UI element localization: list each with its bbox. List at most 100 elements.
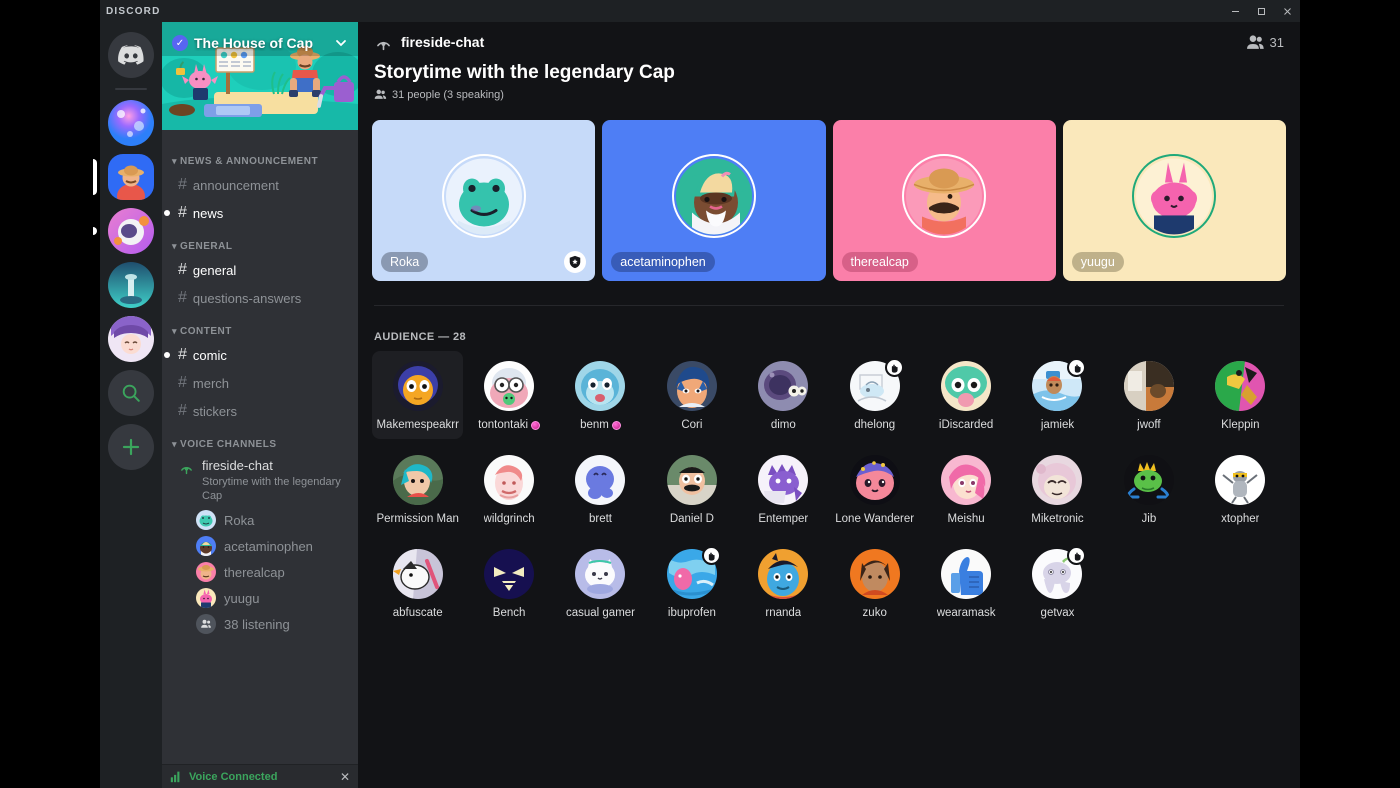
channel-label: general [192,262,237,278]
audience-member-zuko[interactable]: zuko [829,539,920,627]
nitro-badge-icon [611,420,621,430]
audience-member-casual-gamer[interactable]: casual gamer [555,539,646,627]
voice-member-therealcap[interactable]: therealcap [188,559,350,585]
voice-connected-bar: Voice Connected ✕ [162,764,358,788]
unread-dot [164,210,170,216]
audience-member-getvax[interactable]: getvax [1012,539,1103,627]
audience-member-permission-man[interactable]: Permission Man [372,445,463,533]
audience-member-kleppin[interactable]: Kleppin [1195,351,1286,439]
category-label: VOICE CHANNELS [180,439,277,450]
audience-member-meishu[interactable]: Meishu [920,445,1011,533]
speaker-card-acetaminophen[interactable]: acetaminophen [602,120,826,281]
audience-member-cori[interactable]: Cori [646,351,737,439]
avatar [758,549,809,599]
channel-merch[interactable]: # merch [170,369,350,397]
server-banner[interactable]: ✓ The House of Cap [162,22,358,130]
minimize-button[interactable] [1222,0,1248,22]
category-news-announcement[interactable]: ▾ NEWS & ANNOUNCEMENT [162,142,358,171]
hash-icon: # [178,204,187,221]
channel-label: stickers [192,403,237,419]
chevron-down-icon: ▾ [172,156,178,166]
voice-member-name: Roka [224,512,255,528]
disconnect-button[interactable]: ✕ [340,770,350,784]
speaker-card-roka[interactable]: Roka [372,120,596,281]
channel-comic[interactable]: # comic [164,341,350,369]
channel-stickers[interactable]: # stickers [170,397,350,425]
audience-member-makemespeakrr[interactable]: Makemespeakrr [372,351,464,439]
audience-member-jib[interactable]: Jib [1103,445,1194,533]
server-icon-astronaut[interactable] [93,208,154,254]
channel-news[interactable]: # news [164,199,350,227]
audience-member-name: Cori [681,419,703,431]
category-content[interactable]: ▾ CONTENT [162,312,358,341]
audience-member-name: jamiek [1040,419,1075,431]
discord-wordmark: DISCORD [106,5,161,17]
voice-member-yuugu[interactable]: yuugu [188,585,350,611]
channel-sidebar: ✓ The House of Cap ▾ NEWS & ANNOUNCEMENT… [162,22,358,788]
home-button[interactable] [108,32,154,78]
audience-member-rnanda[interactable]: rnanda [738,539,829,627]
voice-member-roka[interactable]: Roka [188,507,350,533]
audience-member-name: tontontaki [478,419,541,431]
member-count-group[interactable]: 31 [1246,33,1284,52]
server-icon-anime[interactable] [108,316,154,362]
raise-hand-icon [1067,546,1087,565]
audience-member-dhelong[interactable]: dhelong [829,351,920,439]
channel-general[interactable]: # general [170,256,350,284]
category-voice-channels[interactable]: ▾ VOICE CHANNELS [162,425,358,454]
audience-member-bench[interactable]: Bench [463,539,554,627]
main-content: fireside-chat 31 Storytime with the lege… [358,22,1300,788]
audience-member-brett[interactable]: brett [555,445,646,533]
channel-questions-answers[interactable]: # questions-answers [170,284,350,312]
voice-member-acetaminophen[interactable]: acetaminophen [188,533,350,559]
voice-listening-count[interactable]: 38 listening [188,611,350,637]
channel-announcement[interactable]: # announcement [170,171,350,199]
category-general[interactable]: ▾ GENERAL [162,227,358,256]
listening-label: 38 listening [224,616,290,632]
avatar [1215,361,1266,411]
audience-member-name: dimo [770,419,796,431]
speaker-card-therealcap[interactable]: therealcap [832,120,1056,281]
audience-member-lone-wanderer[interactable]: Lone Wanderer [829,445,920,533]
server-icon-the-house-of-cap[interactable] [93,154,154,200]
audience-member-abfuscate[interactable]: abfuscate [372,539,463,627]
audience-member-ibuprofen[interactable]: ibuprofen [646,539,737,627]
add-server-button[interactable] [108,424,154,470]
close-button[interactable] [1274,0,1300,22]
avatar [445,157,522,234]
server-icon-nebula[interactable] [108,100,154,146]
audience-member-miketronic[interactable]: Miketronic [1012,445,1103,533]
chevron-down-icon[interactable] [334,36,348,50]
chevron-down-icon: ▾ [172,326,178,336]
audience-member-tontontaki[interactable]: tontontaki [463,351,554,439]
speaker-cards: Roka acetaminophen therealcap yuugu [372,120,1286,281]
people-icon [1246,33,1265,52]
server-icon-tower[interactable] [108,262,154,308]
audience-member-benm[interactable]: benm [555,351,646,439]
search-icon [122,384,140,402]
people-icon [196,614,216,634]
audience-member-daniel-d[interactable]: Daniel D [646,445,737,533]
avatar [196,562,216,582]
maximize-button[interactable] [1248,0,1274,22]
avatar [392,361,443,411]
audience-member-idiscarded[interactable]: iDiscarded [920,351,1011,439]
explore-servers-button[interactable] [108,370,154,416]
voice-channel-fireside-chat[interactable]: fireside-chat Storytime with the legenda… [170,454,350,507]
avatar [575,549,626,599]
audience-member-entemper[interactable]: Entemper [738,445,829,533]
audience-member-wildgrinch[interactable]: wildgrinch [463,445,554,533]
audience-member-dimo[interactable]: dimo [738,351,829,439]
avatar [196,588,216,608]
avatar [1123,455,1174,505]
audience-member-jamiek[interactable]: jamiek [1012,351,1103,439]
raise-hand-icon [701,546,721,565]
audience-member-jwoff[interactable]: jwoff [1103,351,1194,439]
speaker-card-yuugu[interactable]: yuugu [1062,120,1286,281]
hash-icon: # [178,261,187,278]
audience-member-wearamask[interactable]: wearamask [920,539,1011,627]
audience-member-xtopher[interactable]: xtopher [1195,445,1286,533]
channel-label: merch [192,375,230,391]
member-count: 31 [1269,34,1284,50]
rail-divider [115,88,147,90]
